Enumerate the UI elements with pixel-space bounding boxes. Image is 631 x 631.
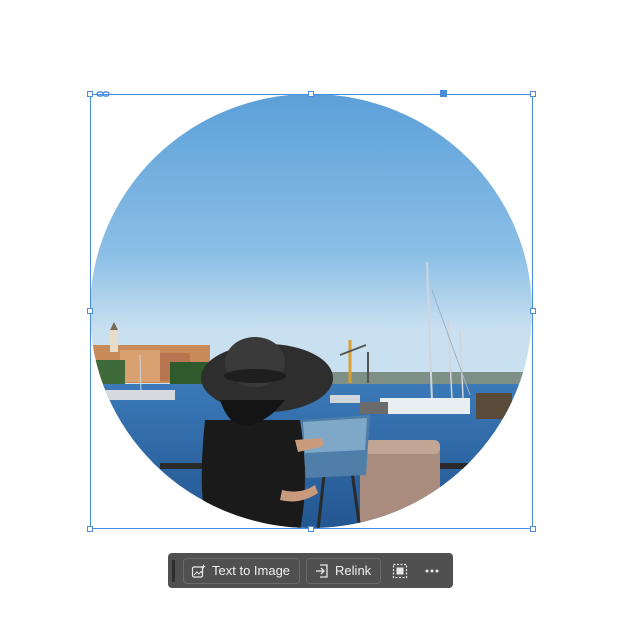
resize-handle-top-left[interactable] [87,91,93,97]
resize-handle-bottom-left[interactable] [87,526,93,532]
resize-handle-middle-left[interactable] [87,308,93,314]
resize-handle-top-right[interactable] [530,91,536,97]
link-icon[interactable] [96,89,110,99]
resize-handle-middle-right[interactable] [530,308,536,314]
more-options-button[interactable] [419,558,445,584]
relink-label: Relink [335,563,372,578]
text-to-image-label: Text to Image [212,563,291,578]
resize-handle-bottom-center[interactable] [308,526,314,532]
relink-button[interactable]: Relink [306,557,382,584]
contextual-task-bar: Text to Image Relink [168,553,453,588]
more-icon [425,569,439,572]
artboard-canvas[interactable] [0,0,631,631]
text-to-image-button[interactable]: Text to Image [183,557,301,584]
circular-placed-image[interactable] [80,90,540,535]
resize-handle-top-center[interactable] [308,91,314,97]
task-bar-grip[interactable] [172,559,175,582]
select-subject-icon [393,563,408,578]
resize-handle-bottom-right[interactable] [530,526,536,532]
rotate-handle[interactable] [440,90,447,97]
select-subject-button[interactable] [387,558,413,584]
relink-icon [316,563,328,578]
stone-pillar [360,440,440,528]
sparkle-image-icon [191,563,206,578]
